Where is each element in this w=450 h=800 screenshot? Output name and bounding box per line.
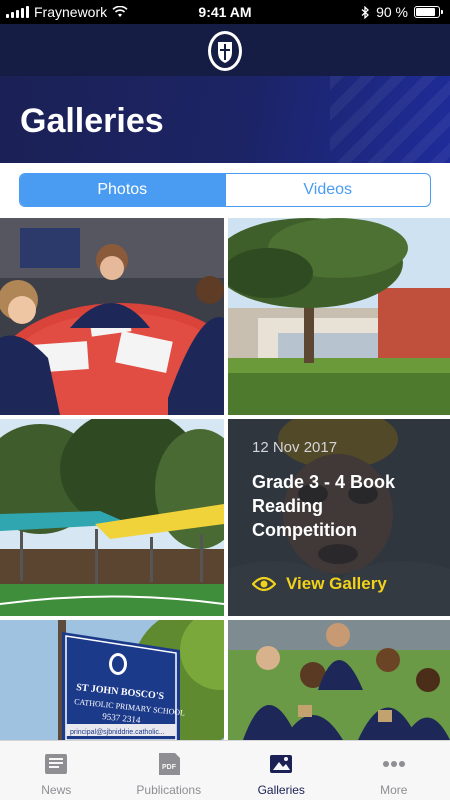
videos-segment[interactable]: Videos xyxy=(224,174,431,206)
gallery-photo-playground xyxy=(0,419,224,616)
school-crest-logo xyxy=(208,31,242,71)
status-bar: Fraynework 9:41 AM 90 % xyxy=(0,0,450,24)
more-dots-icon xyxy=(379,749,409,779)
tab-galleries-label: Galleries xyxy=(257,783,305,797)
status-right: 90 % xyxy=(361,4,443,20)
featured-gallery-tile[interactable]: 12 Nov 2017 Grade 3 - 4 Book Reading Com… xyxy=(228,419,450,616)
photos-segment[interactable]: Photos xyxy=(20,174,225,206)
media-type-segmented-control: Photos Videos xyxy=(19,173,431,207)
bluetooth-icon xyxy=(361,5,370,19)
header: Galleries xyxy=(0,24,450,163)
tab-publications-label: Publications xyxy=(136,783,202,797)
view-gallery-link[interactable]: View Gallery xyxy=(252,574,387,594)
gallery-icon xyxy=(266,749,296,779)
gallery-photo-school-building xyxy=(228,218,450,415)
sign-text-line4: principal@sjbniddrie.catholic... xyxy=(70,729,165,736)
tab-more-label: More xyxy=(380,783,408,797)
newspaper-icon xyxy=(41,749,71,779)
gallery-grid: 12 Nov 2017 Grade 3 - 4 Book Reading Com… xyxy=(0,218,450,740)
gallery-tile[interactable] xyxy=(0,419,224,616)
battery-percent: 90 % xyxy=(376,4,408,20)
gallery-date: 12 Nov 2017 xyxy=(252,439,338,456)
gallery-tile[interactable] xyxy=(228,218,450,415)
eye-icon xyxy=(252,576,276,592)
tab-publications[interactable]: PDF Publications xyxy=(113,741,226,800)
gallery-photo-school-sign: ST JOHN BOSCO'S CATHOLIC PRIMARY SCHOOL … xyxy=(0,620,224,740)
pdf-icon-text: PDF xyxy=(162,764,177,771)
tab-more[interactable]: More xyxy=(338,741,450,800)
gallery-title: Grade 3 - 4 Book Reading Competition xyxy=(252,472,396,540)
tab-news[interactable]: News xyxy=(0,741,113,800)
tab-bar: News PDF Publications Galleries More xyxy=(0,740,450,800)
gallery-photo-students-table xyxy=(0,218,224,415)
gallery-info-overlay: 12 Nov 2017 Grade 3 - 4 Book Reading Com… xyxy=(228,419,450,616)
gallery-tile[interactable] xyxy=(0,218,224,415)
tab-news-label: News xyxy=(41,783,72,797)
gallery-tile[interactable] xyxy=(228,620,450,740)
gallery-tile[interactable]: ST JOHN BOSCO'S CATHOLIC PRIMARY SCHOOL … xyxy=(0,620,224,740)
gallery-photo-students-outdoors xyxy=(228,620,450,740)
view-gallery-label: View Gallery xyxy=(286,574,387,593)
pdf-icon: PDF xyxy=(154,749,184,779)
battery-icon xyxy=(414,6,443,18)
tab-galleries[interactable]: Galleries xyxy=(225,741,338,800)
page-title: Galleries xyxy=(20,102,164,140)
